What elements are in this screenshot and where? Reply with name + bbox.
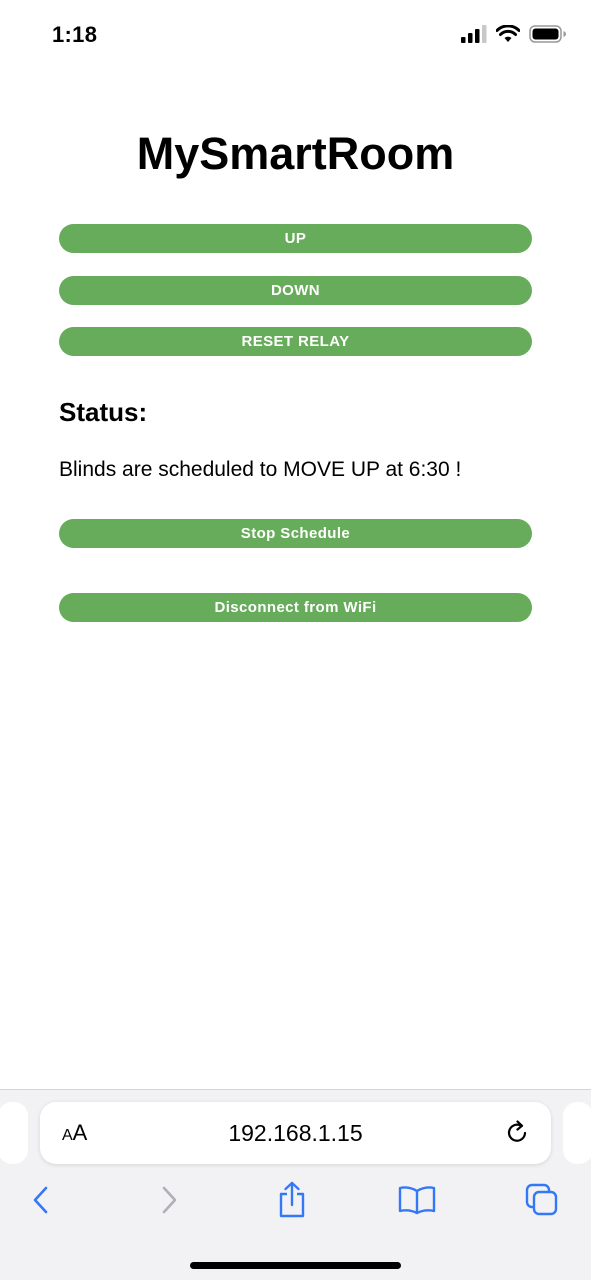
next-tab-card[interactable] [563,1102,591,1164]
cellular-signal-icon [461,25,487,43]
share-icon [279,1181,305,1218]
up-button[interactable]: UP [59,224,532,253]
status-bar: 1:18 [0,0,591,70]
url-text[interactable]: 192.168.1.15 [40,1119,551,1147]
battery-icon [529,25,566,43]
status-heading: Status: [59,397,148,427]
status-message: Blinds are scheduled to MOVE UP at 6:30 … [59,458,462,481]
forward-chevron-icon [162,1186,177,1214]
screen: 1:18 MySmartRoom UP DOWN RESET RELAY Sta… [0,0,591,1280]
bookmarks-button[interactable] [397,1180,437,1220]
forward-button[interactable] [149,1180,189,1220]
disconnect-wifi-button[interactable]: Disconnect from WiFi [59,593,532,622]
tabs-icon [525,1183,558,1216]
browser-toolbar [0,1180,591,1224]
reset-relay-button[interactable]: RESET RELAY [59,327,532,356]
previous-tab-card[interactable] [0,1102,28,1164]
bookmarks-icon [398,1186,436,1215]
home-indicator [190,1262,401,1269]
stop-schedule-button[interactable]: Stop Schedule [59,519,532,548]
back-chevron-icon [33,1186,48,1214]
browser-chrome: AA 192.168.1.15 [0,1089,591,1280]
wifi-icon [496,25,520,42]
status-time: 1:18 [52,22,98,47]
tabs-button[interactable] [522,1180,562,1220]
address-bar[interactable]: AA 192.168.1.15 [40,1102,551,1164]
back-button[interactable] [21,1180,61,1220]
status-icons [461,25,567,43]
page-title: MySmartRoom [136,128,455,179]
down-button[interactable]: DOWN [59,276,532,305]
reload-icon[interactable] [505,1120,531,1146]
share-button[interactable] [272,1180,312,1220]
